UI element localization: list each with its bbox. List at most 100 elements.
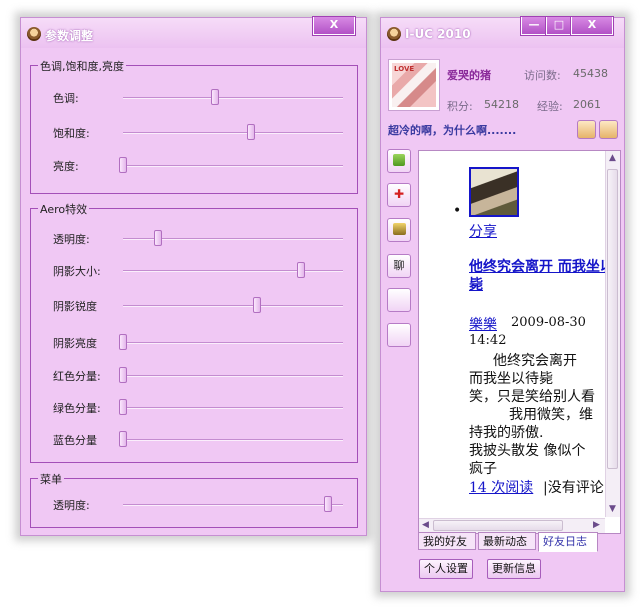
- tab-latest-updates[interactable]: 最新动态: [478, 532, 536, 550]
- side-button-5[interactable]: [387, 288, 411, 312]
- author-link[interactable]: 樂樂: [469, 314, 497, 334]
- color-group-title: 色调,饱和度,亮度: [38, 58, 126, 74]
- avatar[interactable]: LOVE: [388, 59, 440, 111]
- slider-row: 阴影锐度: [31, 295, 357, 315]
- slider-label: 透明度:: [53, 499, 90, 512]
- personal-settings-button[interactable]: 个人设置: [419, 559, 473, 579]
- slider-label: 红色分量:: [53, 370, 101, 383]
- slider-thumb[interactable]: [154, 230, 163, 246]
- share-link[interactable]: 分享: [469, 221, 497, 241]
- slider-row: 绿色分量:: [31, 397, 357, 417]
- gift-icon: [393, 154, 405, 166]
- post-date: 2009-08-30: [511, 315, 586, 330]
- slider-thumb[interactable]: [297, 262, 306, 278]
- game-button[interactable]: [387, 218, 411, 242]
- maximize-button[interactable]: □: [546, 17, 572, 35]
- scroll-down-icon[interactable]: ▼: [609, 504, 616, 514]
- nickname[interactable]: 爱哭的猪: [447, 67, 491, 83]
- hue-slider[interactable]: [123, 89, 343, 105]
- slider-row: 色调:: [31, 87, 357, 107]
- uc-title: I-UC 2010: [405, 27, 471, 41]
- post-time: 14:42: [469, 333, 507, 348]
- green-component-slider[interactable]: [119, 399, 343, 415]
- menu-group-title: 菜单: [38, 471, 64, 487]
- tab-my-friends[interactable]: 我的好友: [418, 532, 476, 550]
- settings-window: 参数调整 X 色调,饱和度,亮度 色调: 饱和度: 亮度: Aero特效 透明度…: [20, 17, 367, 536]
- comment-text: |没有评论: [543, 480, 604, 496]
- settings-title: 参数调整: [45, 29, 94, 43]
- status-icon[interactable]: [577, 120, 596, 139]
- slider-row: 蓝色分量: [31, 429, 357, 449]
- settings-close-button[interactable]: X: [313, 17, 355, 35]
- minimize-button[interactable]: —: [521, 17, 547, 35]
- horizontal-scrollbar[interactable]: ◀ ▶: [419, 518, 605, 533]
- post-thumbnail[interactable]: [469, 167, 519, 217]
- vertical-scroll-thumb[interactable]: [607, 169, 618, 469]
- slider-row: 阴影大小:: [31, 260, 357, 280]
- chat-icon: 聊: [393, 259, 405, 272]
- slider-thumb[interactable]: [119, 157, 127, 173]
- uc-window: I-UC 2010 — □ X LOVE 爱哭的猪 访问数: 45438 积分:…: [380, 17, 625, 592]
- slider-label: 亮度:: [53, 160, 79, 173]
- post-title-link[interactable]: 他终究会离开 而我坐以待毙: [469, 258, 605, 294]
- shadow-sharpness-slider[interactable]: [123, 297, 343, 313]
- app-logo-icon: [387, 27, 401, 41]
- post-line: 我披头散发 像似个: [469, 443, 586, 459]
- update-info-button[interactable]: 更新信息: [487, 559, 541, 579]
- transparency-slider[interactable]: [123, 230, 343, 246]
- slider-thumb[interactable]: [246, 124, 255, 140]
- slider-label: 蓝色分量: [53, 434, 97, 447]
- slider-thumb[interactable]: [119, 367, 127, 383]
- add-button[interactable]: ✚: [387, 183, 411, 207]
- blue-component-slider[interactable]: [119, 431, 343, 447]
- slider-thumb[interactable]: [119, 399, 127, 415]
- side-button-6[interactable]: [387, 323, 411, 347]
- shadow-brightness-slider[interactable]: [119, 334, 343, 350]
- uc-titlebar[interactable]: I-UC 2010 — □ X: [381, 17, 624, 48]
- points-value: 54218: [484, 98, 519, 111]
- scroll-up-icon[interactable]: ▲: [609, 153, 616, 163]
- signature[interactable]: 超冷的啊，为什么啊.......: [388, 122, 516, 138]
- post-line: 他终究会离开: [493, 353, 577, 369]
- horizontal-scroll-thumb[interactable]: [433, 520, 563, 531]
- slider-thumb[interactable]: [323, 496, 332, 512]
- aero-group: Aero特效 透明度: 阴影大小: 阴影锐度 阴影亮度 红色分量: 绿色分量: …: [30, 201, 358, 463]
- plus-icon: ✚: [393, 187, 405, 201]
- slider-row: 透明度:: [31, 494, 357, 514]
- exp-value: 2061: [573, 98, 601, 111]
- shadow-size-slider[interactable]: [123, 262, 343, 278]
- mood-icon[interactable]: [599, 120, 618, 139]
- brightness-slider[interactable]: [119, 157, 343, 173]
- settings-titlebar[interactable]: 参数调整 X: [21, 17, 366, 48]
- aero-group-title: Aero特效: [38, 201, 90, 217]
- tab-friend-blogs[interactable]: 好友日志: [538, 532, 598, 552]
- game-icon: [392, 223, 406, 235]
- slider-label: 阴影大小:: [53, 265, 101, 278]
- exp-label: 经验:: [537, 100, 563, 113]
- post-line: 持我的骄傲.: [469, 425, 544, 441]
- slider-label: 阴影锐度: [53, 300, 97, 313]
- slider-thumb[interactable]: [211, 89, 220, 105]
- reads-link[interactable]: 14 次阅读: [469, 477, 533, 497]
- slider-thumb[interactable]: [253, 297, 262, 313]
- chat-button[interactable]: 聊: [387, 254, 411, 278]
- slider-thumb[interactable]: [119, 431, 127, 447]
- menu-transparency-slider[interactable]: [123, 496, 343, 512]
- red-component-slider[interactable]: [119, 367, 343, 383]
- post-line: 疯子: [469, 461, 497, 477]
- post-line: 我用微笑，维: [509, 407, 593, 423]
- menu-group: 菜单 透明度:: [30, 471, 358, 528]
- visits-value: 45438: [573, 67, 608, 80]
- feed-panel: • 分享 他终究会离开 而我坐以待毙 樂樂 2009-08-30 14:42 他…: [418, 150, 621, 534]
- scroll-right-icon[interactable]: ▶: [593, 520, 600, 530]
- saturation-slider[interactable]: [123, 124, 343, 140]
- slider-label: 饱和度:: [53, 127, 90, 140]
- vertical-scrollbar[interactable]: ▲ ▼: [605, 151, 620, 517]
- slider-row: 饱和度:: [31, 122, 357, 142]
- slider-thumb[interactable]: [119, 334, 127, 350]
- uc-close-button[interactable]: X: [571, 17, 613, 35]
- slider-label: 绿色分量:: [53, 402, 101, 415]
- gift-button[interactable]: [387, 149, 411, 173]
- slider-label: 色调:: [53, 92, 79, 105]
- scroll-left-icon[interactable]: ◀: [422, 520, 429, 530]
